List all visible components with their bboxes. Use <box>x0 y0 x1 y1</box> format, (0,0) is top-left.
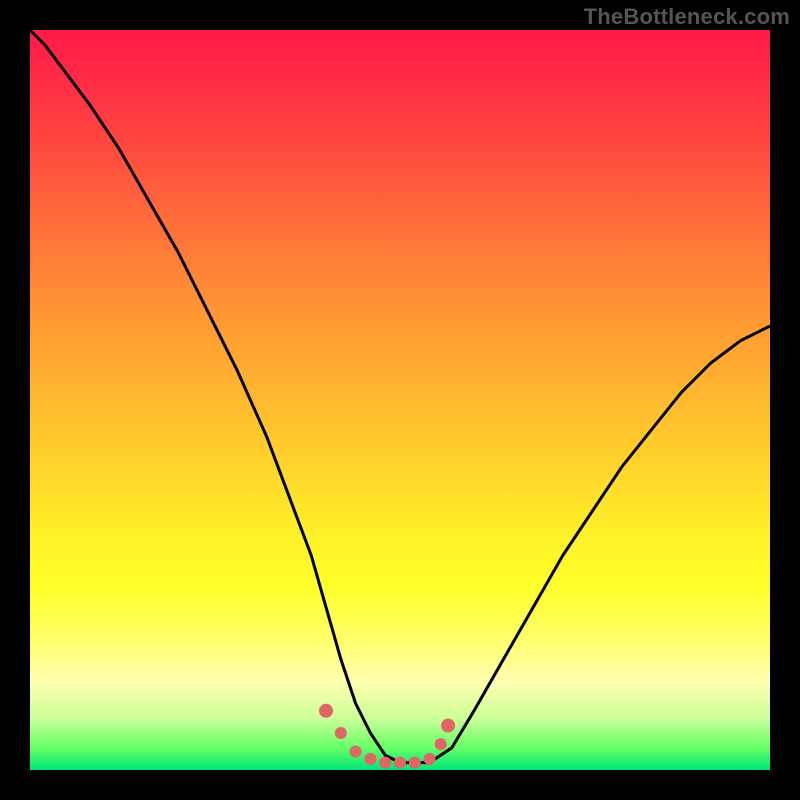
dot <box>319 704 333 718</box>
dot <box>435 738 447 750</box>
dot <box>379 757 391 769</box>
dot <box>409 757 421 769</box>
dot <box>335 727 347 739</box>
chart-svg <box>30 30 770 770</box>
dot <box>394 757 406 769</box>
bottleneck-curve <box>30 30 770 763</box>
watermark-text: TheBottleneck.com <box>584 4 790 30</box>
dot <box>424 753 436 765</box>
dot <box>441 719 455 733</box>
dot <box>350 746 362 758</box>
dot <box>364 753 376 765</box>
chart-frame <box>30 30 770 770</box>
flat-zone-dots <box>319 704 455 769</box>
